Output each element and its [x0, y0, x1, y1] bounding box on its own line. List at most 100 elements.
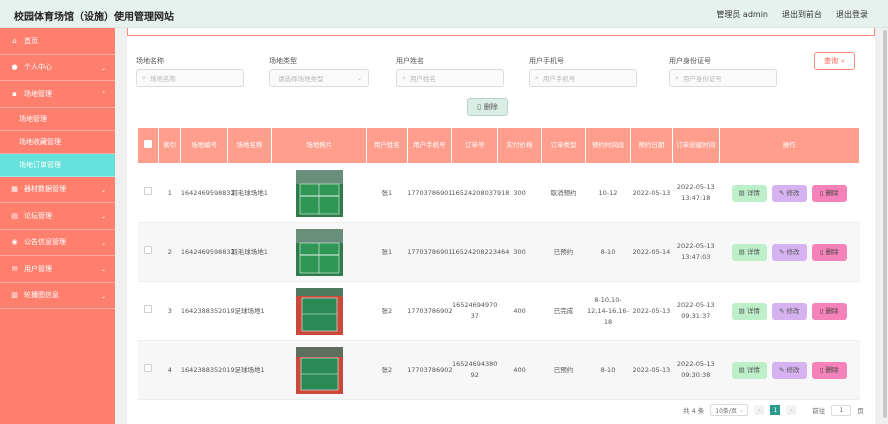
cell-photo	[271, 163, 367, 223]
user-icon: ●	[11, 63, 18, 72]
detail-button[interactable]: ▤ 详情	[731, 184, 767, 202]
edit-button[interactable]: ✎ 修改	[771, 302, 807, 320]
edit-button[interactable]: ✎ 修改	[771, 243, 807, 261]
column-header: 场地名称	[226, 127, 273, 164]
row-checkbox[interactable]	[144, 364, 153, 372]
row-checkbox[interactable]	[144, 305, 153, 313]
edit-icon: ✎	[779, 365, 785, 374]
table-row: 2 1642469598832 羽毛球场地1 张1 17703786901 16…	[137, 222, 860, 282]
cell-date: 2022-05-14	[630, 222, 673, 282]
user-id-input[interactable]: ⌕ 用户身份证号	[669, 69, 777, 87]
query-button[interactable]: 查询 ⌕	[814, 52, 855, 70]
select-all-cell	[136, 127, 160, 164]
sidebar-item-label: 个人中心	[24, 63, 52, 72]
column-header: 操作	[718, 127, 861, 164]
cell-index: 1	[158, 163, 181, 223]
sidebar-item-users[interactable]: ✉ 用户管理 ⌄	[0, 256, 115, 283]
back-to-front-link[interactable]: 退出到前台	[782, 9, 822, 20]
detail-button[interactable]: ▤ 详情	[731, 302, 767, 320]
logout-link[interactable]: 退出登录	[836, 9, 868, 20]
cell-index: 2	[158, 222, 181, 282]
cell-user: 张1	[366, 163, 408, 223]
field-label: 用户身份证号	[669, 57, 711, 65]
cell-code: 1642469598832	[180, 163, 235, 223]
row-checkbox[interactable]	[144, 246, 153, 254]
user-phone-input[interactable]: ⌕ 用户手机号	[529, 69, 637, 87]
cell-type: 取消预约	[541, 163, 586, 223]
field-label: 场地名称	[136, 57, 164, 65]
venue-type-select[interactable]: 请选择场地类型 ⌄	[269, 69, 369, 87]
chevron-down-icon: ⌄	[356, 74, 362, 82]
edit-button[interactable]: ✎ 修改	[771, 184, 807, 202]
trash-icon: ▯	[819, 365, 824, 374]
chevron-down-icon: ⌄	[739, 406, 745, 414]
sidebar-item-label: 场地管理	[24, 89, 52, 98]
cell-phone: 17703786901	[407, 222, 453, 282]
detail-button[interactable]: ▤ 详情	[731, 361, 767, 379]
delete-button[interactable]: ▯ 删除	[811, 302, 847, 320]
home-icon: ⌂	[12, 36, 17, 45]
sidebar-subitem-venue[interactable]: 场地管理	[0, 108, 115, 131]
scrollbar-thumb[interactable]	[883, 30, 887, 418]
venue-name-input[interactable]: ⌕ 场地名称	[136, 69, 244, 87]
sidebar-subitem-venue-favorites[interactable]: 场地收藏管理	[0, 131, 115, 154]
next-page-button[interactable]: ›	[786, 405, 797, 415]
sidebar-item-equipment[interactable]: ▦ 器材数据管理 ⌄	[0, 177, 115, 203]
chevron-down-icon: ⌄	[100, 266, 106, 273]
vertical-scrollbar[interactable]	[882, 28, 888, 424]
chevron-down-icon: ⌄	[100, 239, 106, 247]
page-size-select[interactable]: 10条/页 ⌄	[710, 404, 749, 416]
cell-phone: 17703786902	[407, 281, 453, 341]
cell-photo	[271, 340, 367, 400]
column-header: 用户姓名	[366, 127, 408, 164]
admin-label: 管理员 admin	[716, 10, 768, 19]
prev-page-button[interactable]: ‹	[754, 405, 765, 415]
sidebar-item-forum[interactable]: ▤ 论坛管理 ⌄	[0, 203, 115, 230]
page-number[interactable]: 1	[770, 405, 781, 415]
top-bar: 校园体育场馆（设施）使用管理网站 管理员 admin 退出到前台 退出登录	[0, 0, 888, 28]
column-header: 实付价格	[497, 127, 542, 164]
field-label: 场地类型	[269, 57, 297, 65]
search-icon: ⌕	[142, 73, 146, 82]
cell-phone: 17703786902	[407, 340, 453, 400]
goto-page-input[interactable]: 1	[831, 404, 852, 416]
table-header-row: 索引 场地编号 场地名称 场地照片 用户姓名 用户手机号 订单号 实付价格 订单…	[136, 127, 861, 164]
cell-phone: 17703786901	[407, 163, 453, 223]
column-header: 索引	[158, 127, 182, 164]
delete-button[interactable]: ▯ 删除	[811, 184, 847, 202]
badminton-court-photo	[295, 169, 343, 217]
delete-button[interactable]: ▯ 删除	[811, 361, 847, 379]
cell-price: 400	[497, 281, 542, 341]
trash-icon: ▯	[819, 247, 824, 256]
total-count: 共 4 条	[683, 407, 705, 415]
table-row: 4 1642388352019 足球场地1 张2 17703786902 165…	[137, 340, 860, 400]
user-name-input[interactable]: ⌕ 用户姓名	[396, 69, 504, 87]
delete-button[interactable]: ▯ 删除	[811, 243, 847, 261]
select-all-checkbox[interactable]	[144, 139, 153, 148]
sidebar-item-profile[interactable]: ● 个人中心 ⌄	[0, 55, 115, 81]
chevron-down-icon: ⌄	[100, 292, 106, 300]
chevron-down-icon: ⌄	[100, 186, 106, 194]
sidebar-item-notice[interactable]: ◉ 公告信息管理 ⌄	[0, 230, 115, 256]
pagination: 共 4 条 10条/页 ⌄ ‹ 1 › 前往 1 页	[683, 404, 864, 416]
cell-order: 16524694970 37	[451, 281, 498, 341]
chevron-down-icon: ⌄	[100, 213, 106, 220]
search-row: 场地名称 ⌕ 场地名称 场地类型 请选择场地类型 ⌄ 用户姓名 ⌕ 用户姓名 用户手机…	[127, 56, 875, 92]
sidebar-item-venue[interactable]: ▪ 场地管理 ⌃	[0, 81, 115, 108]
sidebar-item-carousel[interactable]: ▥ 轮播图信息 ⌄	[0, 283, 115, 309]
sidebar-item-home[interactable]: ⌂ 首页	[0, 28, 115, 55]
carousel-icon: ▥	[11, 291, 18, 300]
cell-ops: ▤ 详情 ✎ 修改 ▯ 删除	[719, 163, 860, 223]
sidebar-subitem-venue-orders[interactable]: 场地订单管理	[0, 153, 115, 177]
column-header: 场地照片	[271, 127, 368, 164]
cell-user: 张2	[366, 281, 408, 341]
batch-delete-button[interactable]: ▯ 删除	[467, 98, 508, 116]
cell-slot: 8-10,10-12,14-16,16-18	[585, 281, 631, 341]
cell-user: 张1	[366, 222, 408, 282]
row-checkbox[interactable]	[144, 187, 153, 195]
detail-icon: ▤	[738, 247, 745, 256]
chevron-up-icon: ⌃	[100, 91, 106, 98]
detail-button[interactable]: ▤ 详情	[731, 243, 767, 261]
column-header: 订单类型	[540, 127, 587, 164]
edit-button[interactable]: ✎ 修改	[771, 361, 807, 379]
